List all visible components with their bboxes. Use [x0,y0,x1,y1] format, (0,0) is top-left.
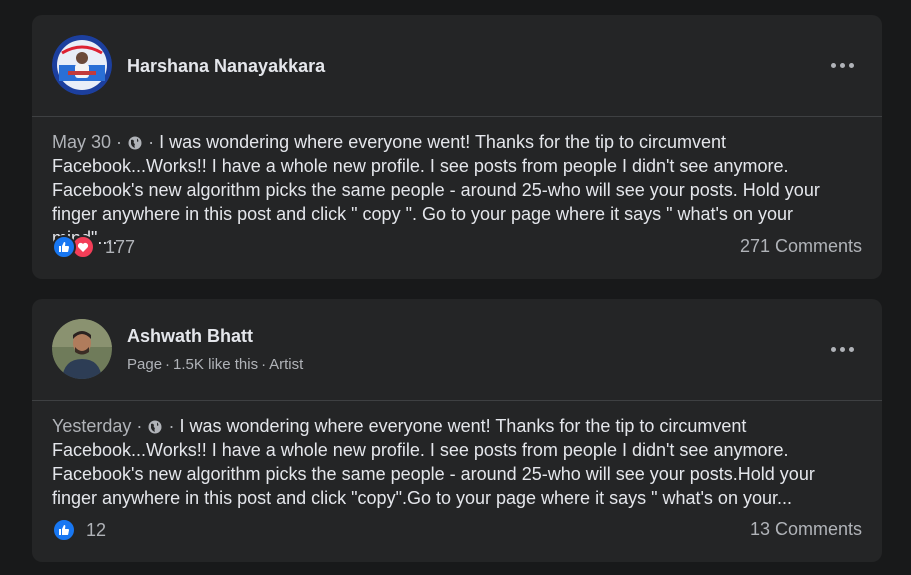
more-options-button[interactable] [826,53,858,77]
avatar[interactable] [52,35,112,95]
author-meta: Page · 1.5K like this · Artist [127,356,303,373]
comments-count[interactable]: 271 Comments [740,236,862,257]
reaction-count: 12 [86,519,107,540]
separator-dot: · [261,356,267,373]
post-text: I was wondering where everyone went! Tha… [52,132,820,248]
more-dot [839,62,845,68]
separator-dot: · [165,356,171,373]
comments-count[interactable]: 13 Comments [750,519,862,540]
author-name[interactable]: Ashwath Bhatt [127,326,253,347]
meta-category: Artist [269,356,304,373]
globe-icon [148,420,162,434]
post-header: Ashwath Bhatt Page · 1.5K like this · Artist [32,299,882,401]
more-dot [830,346,836,352]
avatar[interactable] [52,319,112,379]
more-dot [848,62,854,68]
like-icon [52,235,76,259]
separator-dot: · [168,416,175,436]
post-card: Harshana Nanayakkara May 30 · · I was wo… [32,15,882,279]
separator-dot: · [148,132,155,152]
reactions-summary[interactable]: 12 [52,518,106,542]
post-card: Ashwath Bhatt Page · 1.5K like this · Artist… [32,299,882,562]
meta-type: Page [127,356,163,373]
more-dot [848,346,854,352]
post-body[interactable]: May 30 · · I was wondering where everyon… [52,130,862,250]
post-date[interactable]: May 30 [52,132,111,152]
post-date[interactable]: Yesterday [52,416,131,436]
more-options-button[interactable] [826,337,858,361]
more-dot [839,346,845,352]
author-name[interactable]: Harshana Nanayakkara [127,56,325,77]
separator-dot: · [136,416,143,436]
meta-likes: 1.5K like this [173,356,259,373]
globe-icon [128,136,142,150]
reaction-count: 177 [105,236,136,257]
post-text: I was wondering where everyone went! Tha… [52,416,815,508]
separator-dot: · [116,132,123,152]
like-icon [52,518,76,542]
post-footer: 177 271 Comments [52,235,862,261]
post-body[interactable]: Yesterday · · I was wondering where ever… [52,414,862,510]
post-header: Harshana Nanayakkara [32,15,882,117]
reactions-summary[interactable]: 177 [52,235,135,259]
more-dot [830,62,836,68]
post-footer: 12 13 Comments [52,518,862,544]
